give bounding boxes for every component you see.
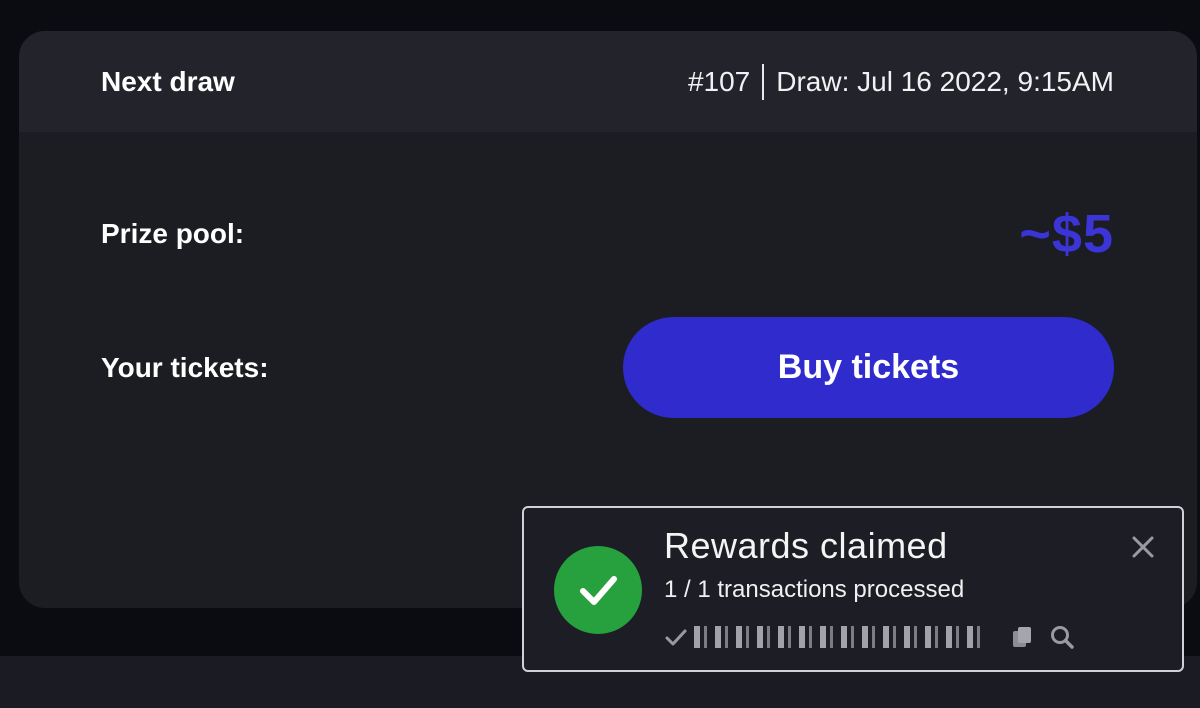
search-icon[interactable] <box>1048 623 1076 651</box>
buy-tickets-button[interactable]: Buy tickets <box>623 317 1114 418</box>
check-circle-icon <box>554 546 642 634</box>
tickets-label: Your tickets: <box>101 351 269 383</box>
draw-meta: #107 Draw: Jul 16 2022, 9:15AM <box>687 63 1114 100</box>
round-number: #107 <box>687 65 751 97</box>
card-title: Next draw <box>101 65 235 97</box>
transaction-row <box>664 622 1088 652</box>
check-icon <box>665 629 687 646</box>
toast-title: Rewards claimed <box>664 525 948 566</box>
draw-date: Draw: Jul 16 2022, 9:15AM <box>776 65 1114 97</box>
prize-pool-row: Prize pool: ~$5 <box>101 196 1114 271</box>
meta-divider <box>762 63 765 100</box>
transaction-hash-redacted <box>694 626 986 648</box>
copy-icon[interactable] <box>1008 623 1036 651</box>
prize-pool-label: Prize pool: <box>101 217 245 249</box>
close-icon[interactable] <box>1128 532 1158 562</box>
toast-subtitle: 1 / 1 transactions processed <box>664 576 965 603</box>
prize-pool-value: ~$5 <box>1019 203 1114 264</box>
card-header: Next draw #107 Draw: Jul 16 2022, 9:15AM <box>19 31 1197 132</box>
tickets-row: Your tickets: Buy tickets <box>101 317 1114 418</box>
rewards-toast: Rewards claimed 1 / 1 transactions proce… <box>522 506 1184 672</box>
